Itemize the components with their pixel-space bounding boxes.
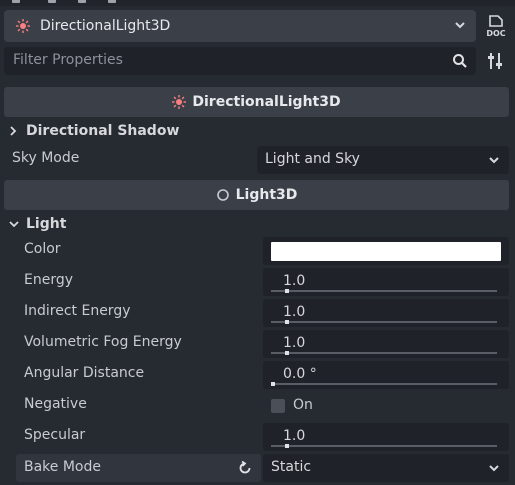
color-label: Color	[24, 241, 61, 257]
negative-label: Negative	[24, 396, 87, 412]
chevron-right-icon	[10, 126, 17, 136]
group-directional-shadow[interactable]: Directional Shadow	[4, 119, 509, 143]
energy-label: Energy	[24, 272, 74, 288]
slider-grabber[interactable]	[285, 289, 289, 293]
doc-icon: DOC	[486, 15, 506, 38]
toolbar-icon[interactable]	[78, 0, 86, 3]
specular-value: 1.0	[283, 428, 306, 444]
directional-light-icon	[16, 19, 30, 33]
volumetric-fog-energy-slider[interactable]: 1.0	[263, 330, 509, 358]
directional-light-icon	[172, 95, 187, 109]
sky-mode-dropdown[interactable]: Light and Sky	[257, 146, 509, 174]
indirect-energy-slider[interactable]: 1.0	[263, 299, 509, 327]
volumetric-fog-energy-label: Volumetric Fog Energy	[24, 334, 182, 350]
bake-mode-dropdown[interactable]: Static	[263, 454, 509, 482]
filter-properties-field[interactable]: Filter Properties	[4, 47, 476, 75]
bake-mode-row: Bake Mode	[16, 454, 261, 482]
class-section-header-light3d[interactable]: Light3D	[4, 180, 509, 210]
energy-slider[interactable]: 1.0	[263, 268, 509, 296]
negative-checkbox[interactable]	[271, 399, 285, 413]
slider-grabber[interactable]	[285, 351, 289, 355]
slider-grabber[interactable]	[285, 444, 289, 448]
doc-button[interactable]: DOC	[484, 14, 508, 38]
color-field[interactable]	[263, 237, 509, 265]
tune-icon	[488, 53, 502, 69]
slider-track	[271, 383, 497, 385]
bake-mode-value: Static	[271, 459, 312, 475]
indirect-energy-value: 1.0	[283, 304, 306, 320]
filter-placeholder: Filter Properties	[13, 52, 123, 68]
toolbar-icon[interactable]	[108, 0, 116, 3]
negative-value: On	[293, 397, 313, 413]
chevron-down-icon	[9, 221, 19, 228]
sky-mode-label: Sky Mode	[12, 150, 80, 166]
doc-label: DOC	[486, 29, 505, 38]
slider-track	[271, 290, 497, 292]
node-selector[interactable]: DirectionalLight3D	[4, 10, 476, 42]
property-options-button[interactable]	[485, 51, 505, 71]
toolbar-icon[interactable]	[48, 0, 56, 3]
top-toolbar-strip	[0, 0, 515, 6]
group-light[interactable]: Light	[4, 212, 509, 236]
sky-mode-value: Light and Sky	[265, 151, 360, 167]
slider-track	[271, 445, 497, 447]
angular-distance-label: Angular Distance	[24, 365, 145, 381]
chevron-down-icon	[489, 157, 499, 164]
slider-grabber[interactable]	[285, 320, 289, 324]
class-section-header-directionallight3d[interactable]: DirectionalLight3D	[4, 87, 509, 117]
volumetric-fog-energy-value: 1.0	[283, 335, 306, 351]
node-name: DirectionalLight3D	[40, 18, 171, 34]
bake-mode-label: Bake Mode	[24, 459, 101, 475]
search-icon	[453, 54, 467, 68]
angular-distance-value: 0.0 °	[283, 366, 317, 382]
revert-icon[interactable]	[238, 461, 252, 475]
slider-track	[271, 352, 497, 354]
slider-track	[271, 321, 497, 323]
chevron-down-icon	[489, 465, 499, 472]
class-section-label: DirectionalLight3D	[192, 94, 341, 110]
slider-grabber[interactable]	[271, 382, 275, 386]
group-label: Light	[26, 216, 67, 232]
negative-checkbox-row[interactable]: On	[263, 392, 509, 420]
specular-label: Specular	[24, 427, 86, 443]
angular-distance-slider[interactable]: 0.0 °	[263, 361, 509, 389]
specular-slider[interactable]: 1.0	[263, 423, 509, 451]
color-swatch[interactable]	[271, 242, 501, 261]
toolbar-icon[interactable]	[12, 0, 20, 3]
energy-value: 1.0	[283, 273, 306, 289]
light3d-icon	[216, 189, 229, 201]
group-label: Directional Shadow	[26, 123, 180, 139]
class-section-label: Light3D	[235, 187, 298, 203]
indirect-energy-label: Indirect Energy	[24, 303, 131, 319]
chevron-down-icon	[455, 22, 465, 29]
